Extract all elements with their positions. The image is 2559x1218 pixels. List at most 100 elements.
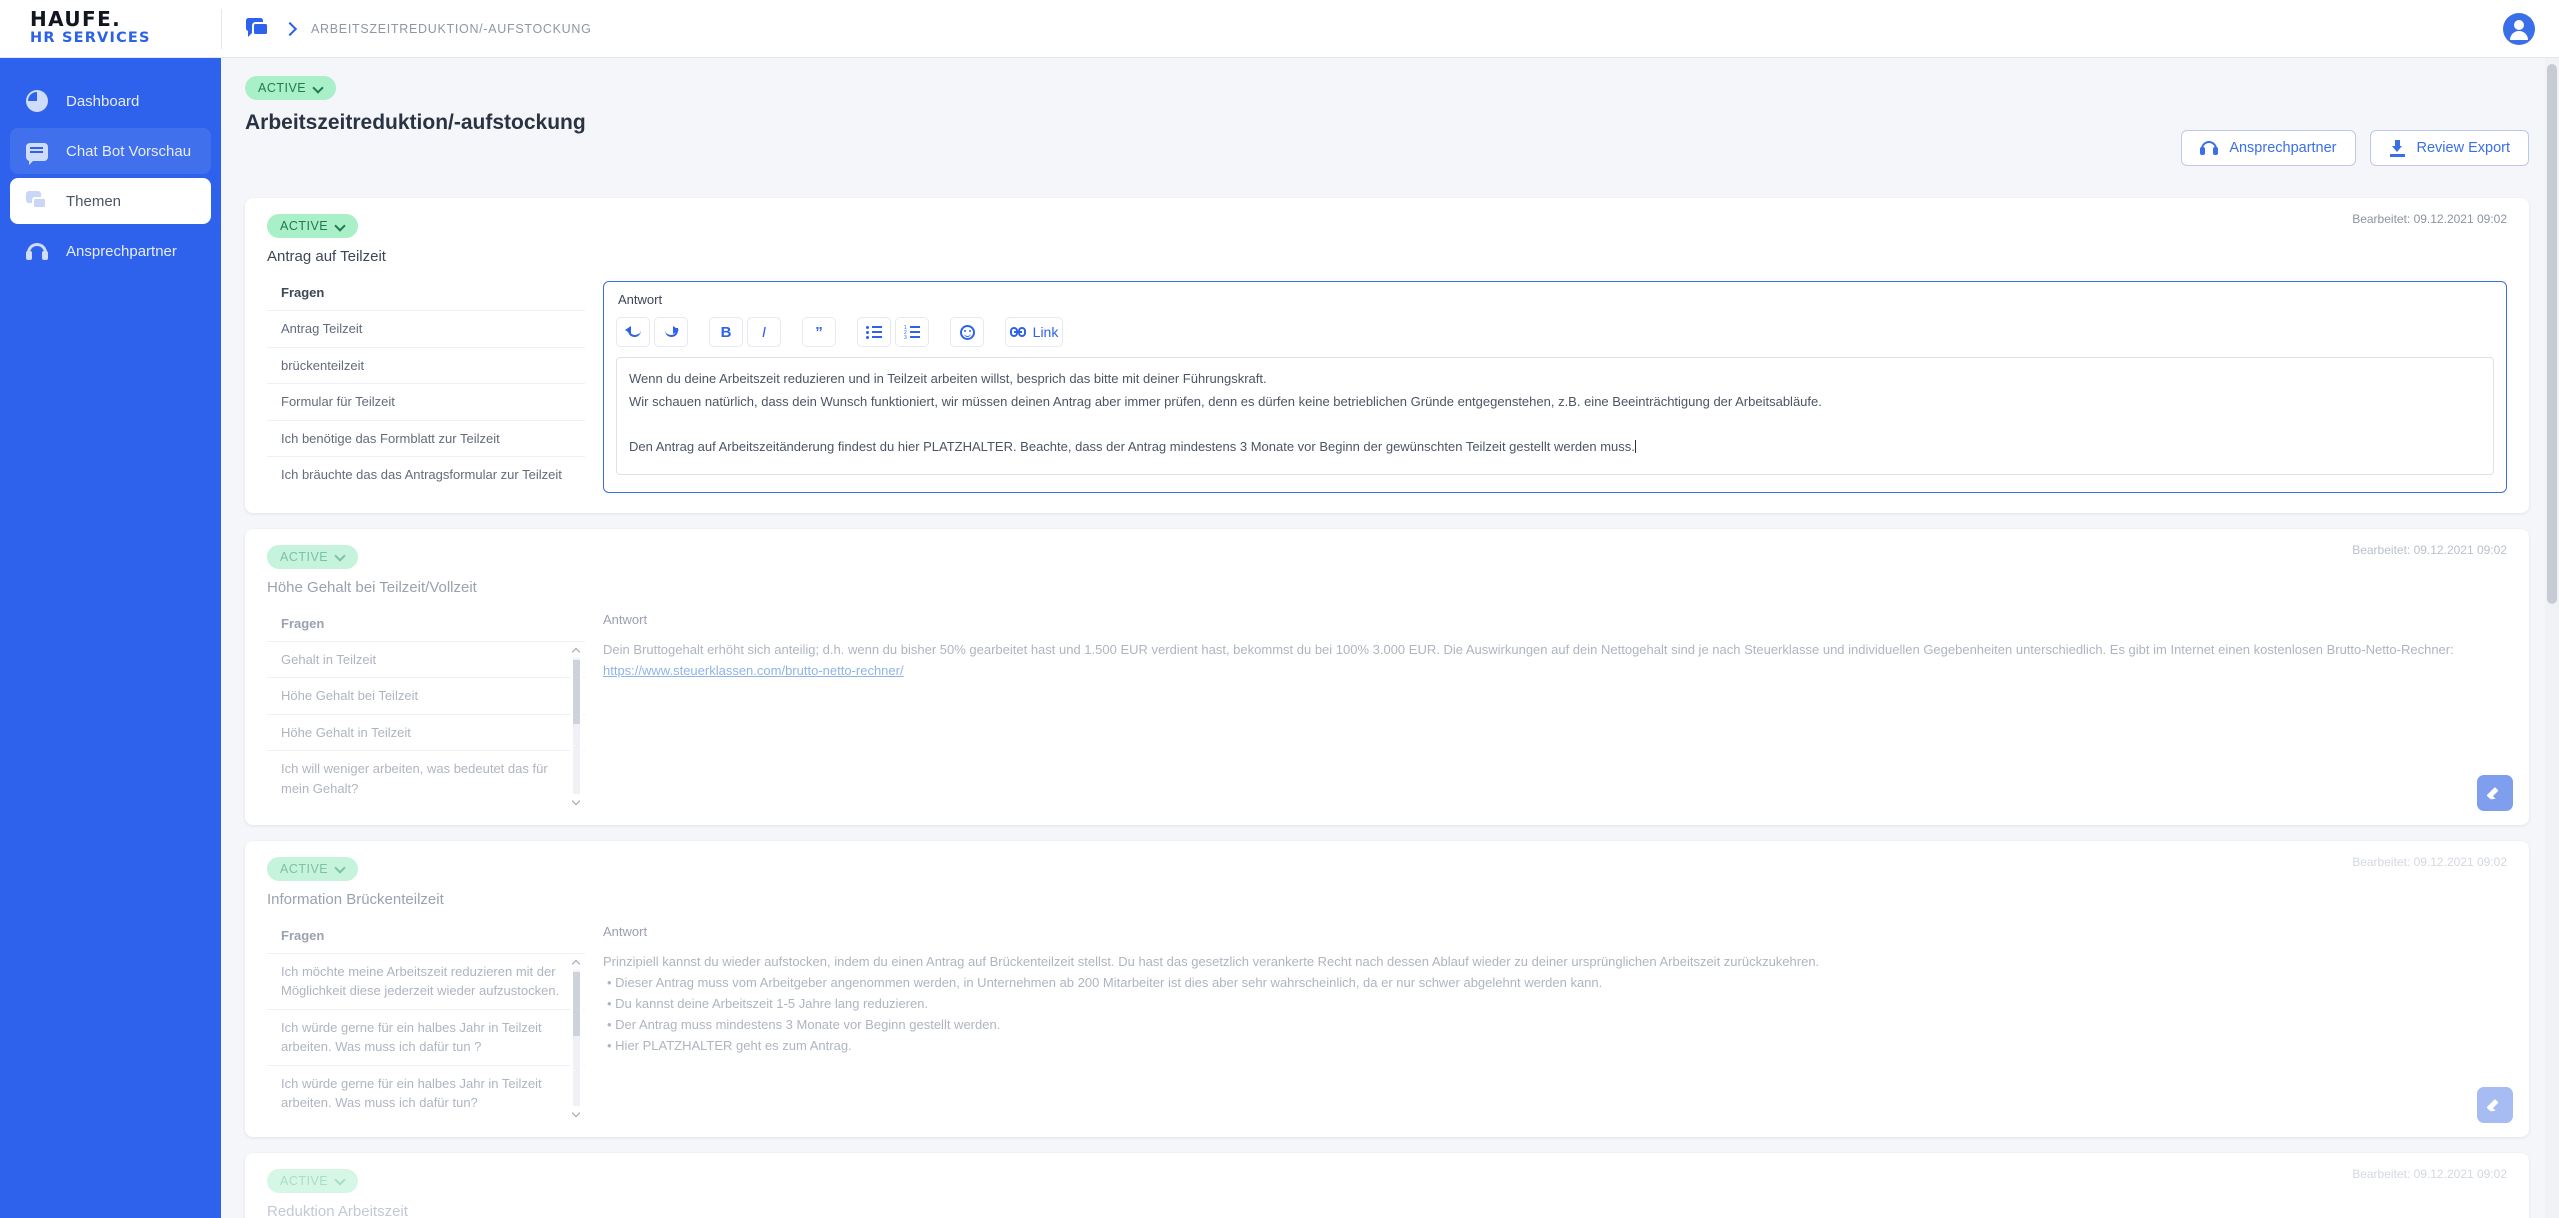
card-edited-timestamp: Bearbeitet: 09.12.2021 09:02	[2352, 1166, 2507, 1181]
page-status-badge[interactable]: ACTIVE	[245, 76, 337, 100]
list-item[interactable]: Ich würde gerne für ein halbes Jahr in T…	[267, 1008, 585, 1065]
ol-icon: 123	[904, 325, 920, 340]
card-status-label: ACTIVE	[280, 549, 329, 564]
sidebar-item-dashboard[interactable]: Dashboard	[10, 78, 211, 124]
sidebar: Dashboard Chat Bot Vorschau Themen Anspr…	[0, 58, 221, 1218]
card-title: Reduktion Arbeitszeit	[267, 1202, 408, 1218]
answer-bullet: • Du kannst deine Arbeitszeit 1-5 Jahre …	[607, 995, 929, 1011]
answer-bullet: • Hier PLATZHALTER geht es zum Antrag.	[607, 1037, 852, 1053]
ul-icon	[866, 325, 882, 339]
list-item[interactable]: Gehalt in Teilzeit	[267, 640, 585, 678]
redo-button[interactable]	[654, 317, 688, 347]
list-item[interactable]: Ich benötige das Formblatt zur Teilzeit	[267, 419, 585, 457]
answer-column: Antwort Dein Bruttogehalt erhöht sich an…	[603, 612, 2507, 805]
headset-icon	[2200, 139, 2219, 157]
cards-container: Bearbeitet: 09.12.2021 09:02 ACTIVE Antr…	[221, 198, 2559, 1218]
bullet-list-button[interactable]	[857, 317, 891, 347]
edit-button[interactable]	[2477, 774, 2513, 811]
italic-button[interactable]: I	[747, 317, 781, 347]
link-button-label: Link	[1032, 324, 1059, 340]
sidebar-item-label: Ansprechpartner	[66, 242, 177, 260]
sidebar-item-ansprechpartner[interactable]: Ansprechpartner	[10, 228, 211, 274]
page-scrollbar[interactable]	[2545, 58, 2559, 1218]
chevron-down-icon	[314, 84, 323, 93]
card-title: Information Brückenteilzeit	[267, 890, 444, 908]
sidebar-item-themen[interactable]: Themen	[10, 178, 211, 224]
scroll-down-icon[interactable]	[572, 1108, 581, 1117]
editor-line: Wir schauen natürlich, dass dein Wunsch …	[629, 393, 1822, 409]
card-status-badge[interactable]: ACTIVE	[267, 1168, 359, 1193]
chat-icon	[26, 143, 48, 161]
list-item[interactable]: Höhe Gehalt in Teilzeit	[267, 713, 585, 751]
list-item[interactable]: Antrag Teilzeit	[267, 310, 585, 347]
pencil-icon	[2487, 785, 2503, 801]
answer-bullet: • Der Antrag muss mindestens 3 Monate vo…	[607, 1016, 1001, 1032]
editor-toolbar: B I ” 1 2 3 Link	[616, 317, 2494, 357]
questions-scrollbar[interactable]	[570, 643, 583, 808]
list-item[interactable]: brückenteilzeit	[267, 346, 585, 384]
card-body: Fragen Gehalt in Teilzeit Höhe Gehalt be…	[267, 612, 2507, 808]
text-caret	[1634, 439, 1636, 453]
brand-logo-line1: HAUFE.	[30, 7, 122, 32]
answer-link[interactable]: https://www.steuerklassen.com/brutto-net…	[603, 663, 904, 678]
list-item[interactable]: Höhe Gehalt bei Teilzeit	[267, 677, 585, 714]
questions-list: Ich möchte meine Arbeitszeit reduzieren …	[267, 952, 585, 1117]
list-item[interactable]: Ich würde gerne für ein halbes Jahr in T…	[267, 1064, 585, 1117]
questions-list: Gehalt in Teilzeit Höhe Gehalt bei Teilz…	[267, 640, 585, 805]
main-content: ACTIVE Arbeitszeitreduktion/-aufstockung…	[221, 58, 2559, 1218]
undo-icon	[625, 325, 641, 339]
editor-line: Wenn du deine Arbeitszeit reduzieren und…	[629, 371, 1267, 386]
chat-icon[interactable]	[246, 18, 269, 39]
scrollbar-thumb[interactable]	[573, 971, 580, 1036]
emoji-icon	[959, 324, 975, 340]
scrollbar-thumb[interactable]	[573, 659, 580, 724]
questions-scrollbar[interactable]	[570, 955, 583, 1120]
ansprechpartner-button[interactable]: Ansprechpartner	[2181, 130, 2356, 166]
undo-button[interactable]	[616, 317, 650, 347]
chevron-down-icon	[336, 1176, 345, 1185]
bold-icon: B	[720, 323, 732, 341]
questions-column-header: Fragen	[281, 615, 325, 631]
sidebar-item-label: Chat Bot Vorschau	[66, 142, 192, 160]
bold-button[interactable]: B	[709, 317, 743, 347]
questions-column-header: Fragen	[281, 285, 325, 300]
list-item[interactable]: Ich möchte meine Arbeitszeit reduzieren …	[267, 952, 585, 1009]
answer-editor: Antwort B I ” 1 2 3 Link Wenn du deine A…	[603, 281, 2507, 493]
list-item[interactable]: Ich bräuchte das das Antragsformular zur…	[267, 456, 585, 493]
card-title: Höhe Gehalt bei Teilzeit/Vollzeit	[267, 578, 477, 596]
topic-card: Bearbeitet: 09.12.2021 09:02 ACTIVE Antr…	[245, 198, 2529, 513]
list-item[interactable]: Ich will weniger arbeiten, was bedeutet …	[267, 750, 585, 805]
avatar-head	[2514, 20, 2524, 30]
brand-logo-line2: HR SERVICES	[30, 30, 151, 47]
answer-bullet: • Dieser Antrag muss vom Arbeitgeber ang…	[607, 974, 1603, 990]
scroll-up-icon[interactable]	[572, 647, 581, 656]
breadcrumb: ARBEITSZEITREDUKTION/-AUFSTOCKUNG	[222, 18, 592, 39]
redo-icon	[663, 325, 679, 339]
card-status-badge[interactable]: ACTIVE	[267, 544, 359, 569]
scroll-up-icon[interactable]	[572, 959, 581, 968]
numbered-list-button[interactable]: 123	[895, 317, 929, 347]
editor-line-empty	[629, 413, 2481, 436]
link-button[interactable]: Link	[1005, 317, 1063, 347]
edit-button[interactable]	[2477, 1086, 2513, 1123]
card-status-badge[interactable]: ACTIVE	[267, 214, 359, 238]
list-item[interactable]: Formular für Teilzeit	[267, 383, 585, 420]
scroll-down-icon[interactable]	[572, 796, 581, 805]
pencil-icon	[2487, 1097, 2503, 1113]
card-edited-timestamp: Bearbeitet: 09.12.2021 09:02	[2352, 854, 2507, 869]
answer-textarea[interactable]: Wenn du deine Arbeitszeit reduzieren und…	[616, 357, 2494, 475]
review-export-button[interactable]: Review Export	[2369, 130, 2529, 166]
blockquote-button[interactable]: ”	[802, 317, 836, 347]
breadcrumb-label[interactable]: ARBEITSZEITREDUKTION/-AUFSTOCKUNG	[311, 22, 592, 36]
topics-icon	[26, 190, 48, 212]
emoji-button[interactable]	[950, 317, 984, 347]
scrollbar-thumb[interactable]	[2547, 64, 2557, 604]
card-status-badge[interactable]: ACTIVE	[267, 856, 359, 881]
avatar[interactable]	[2503, 13, 2535, 45]
chevron-right-icon	[283, 22, 297, 36]
answer-text: Dein Bruttogehalt erhöht sich anteilig; …	[603, 639, 2507, 681]
sidebar-item-chat-bot-vorschau[interactable]: Chat Bot Vorschau	[10, 128, 211, 174]
topic-card: Bearbeitet: 09.12.2021 09:02 ACTIVE Redu…	[245, 1152, 2529, 1218]
answer-paragraph: Prinzipiell kannst du wieder aufstocken,…	[603, 953, 1820, 969]
chevron-down-icon	[336, 864, 345, 873]
